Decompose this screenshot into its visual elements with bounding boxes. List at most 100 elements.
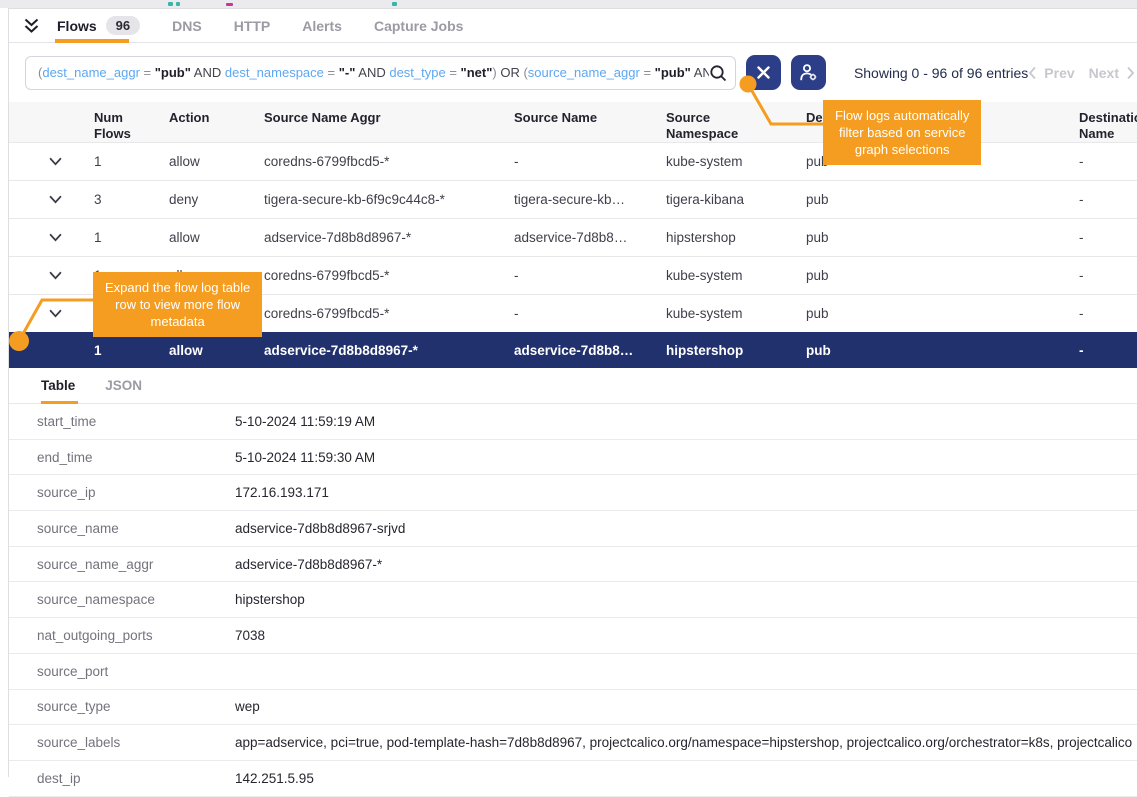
cell-src_name: - [506,154,658,169]
query-token: "pub" [155,65,191,80]
detail-key: source_labels [37,735,235,750]
header-destination-name: Destination Name [1071,110,1137,142]
detail-rows: start_time5-10-2024 11:59:19 AMend_time5… [9,404,1137,797]
tooltip-line: metadata [105,313,250,330]
clear-filter-button[interactable] [746,55,781,90]
detail-row: nat_outgoing_ports7038 [9,618,1137,654]
tab-alerts[interactable]: Alerts [302,18,342,34]
strip-mark [226,3,233,6]
cell-src_ns: tigera-kibana [658,192,798,207]
filter-query: (dest_name_aggr = "pub" AND dest_namespa… [38,65,709,80]
row-expand-toggle[interactable] [9,192,86,207]
query-token: AND [355,65,389,80]
detail-key: nat_outgoing_ports [37,628,235,643]
x-icon [756,65,771,80]
cell-dest_aggr: pub [798,343,1071,358]
search-icon[interactable] [709,64,727,82]
tooltip-line: graph selections [835,141,969,158]
tab-dns[interactable]: DNS [172,18,202,34]
chevron-down-icon [49,233,62,242]
tooltip-expand-info: Expand the flow log table row to view mo… [93,272,262,337]
cell-src_name: - [506,268,658,283]
next-button[interactable]: Next [1089,65,1119,81]
row-expand-toggle[interactable] [9,230,86,245]
cell-num: 1 [86,343,161,358]
prev-button[interactable]: Prev [1044,65,1074,81]
detail-row: source_typewep [9,690,1137,726]
query-token: = [140,65,155,80]
row-expand-toggle[interactable] [9,268,86,283]
cell-src_name: adservice-7d8b8… [506,343,658,358]
cell-src_name: - [506,306,658,321]
detail-row: dest_ip142.251.5.95 [9,761,1137,797]
detail-row: start_time5-10-2024 11:59:19 AM [9,404,1137,440]
query-token: "pub" [655,65,691,80]
cell-dest_name: - [1071,343,1137,358]
cell-dest_name: - [1071,154,1137,169]
row-expand-toggle[interactable] [9,306,86,321]
showing-entries-text: Showing 0 - 96 of 96 entries [854,65,1028,81]
top-cropped-strip [0,0,1137,8]
active-tab-underline [55,39,129,43]
tab-http[interactable]: HTTP [234,18,271,34]
person-gear-icon [798,62,819,83]
detail-key: source_port [37,664,235,679]
detail-tab-table[interactable]: Table [41,378,75,393]
cell-action: allow [161,230,256,245]
log-type-tabbar: Flows 96 DNS HTTP Alerts Capture Jobs [9,9,1137,43]
query-token: dest_type [389,65,445,80]
detail-key: source_name_aggr [37,557,235,572]
cell-dest_name: - [1071,306,1137,321]
tooltip-filter-info: Flow logs automatically filter based on … [823,100,981,165]
strip-mark [168,2,173,6]
cell-action: allow [161,154,256,169]
detail-value: hipstershop [235,592,1137,607]
chevron-down-icon [49,195,62,204]
chevron-down-icon [49,271,62,280]
query-token: dest_name_aggr [42,65,140,80]
cell-src_ns: kube-system [658,154,798,169]
detail-key: source_ip [37,485,235,500]
cell-src_ns: kube-system [658,306,798,321]
detail-value: 142.251.5.95 [235,771,1137,786]
detail-value: wep [235,699,1137,714]
detail-row: source_port [9,654,1137,690]
tab-capture-jobs[interactable]: Capture Jobs [374,18,463,34]
row-expand-toggle[interactable] [9,154,86,169]
detail-tabbar: Table JSON [9,368,1137,404]
chevron-right-icon[interactable] [1126,66,1135,80]
detail-value: 172.16.193.171 [235,485,1137,500]
cell-src_aggr: tigera-secure-kb-6f9c9c44c8-* [256,192,506,207]
cell-dest_name: - [1071,192,1137,207]
cell-dest_aggr: pub [798,192,1071,207]
detail-value: adservice-7d8b8d8967-srjvd [235,521,1137,536]
chevron-down-icon [49,309,62,318]
tooltip-line: Flow logs automatically [835,107,969,124]
tab-flows[interactable]: Flows 96 [57,16,140,35]
detail-tab-json[interactable]: JSON [105,378,142,393]
detail-key: source_type [37,699,235,714]
pager: Prev Next [1028,65,1135,81]
user-settings-button[interactable] [791,55,826,90]
cell-src_aggr: adservice-7d8b8d8967-* [256,230,506,245]
cell-src_aggr: coredns-6799fbcd5-* [256,306,506,321]
detail-value: 5-10-2024 11:59:19 AM [235,414,1137,429]
query-token: = [640,65,655,80]
detail-row: source_namespacehipstershop [9,582,1137,618]
table-row-selected[interactable]: 1allowadservice-7d8b8d8967-*adservice-7d… [9,332,1137,368]
cell-dest_aggr: pub [798,230,1071,245]
detail-row: source_ip172.16.193.171 [9,475,1137,511]
detail-key: source_namespace [37,592,235,607]
header-num-flows: Num Flows [86,110,161,142]
query-token: ANI [691,65,709,80]
double-chevron-down-icon[interactable] [23,17,40,34]
filter-query-input[interactable]: (dest_name_aggr = "pub" AND dest_namespa… [25,56,736,90]
query-token: "net" [461,65,493,80]
table-row[interactable]: 3denytigera-secure-kb-6f9c9c44c8-*tigera… [9,180,1137,218]
table-row[interactable]: 1allowadservice-7d8b8d8967-*adservice-7d… [9,218,1137,256]
chevron-left-icon[interactable] [1028,66,1037,80]
detail-key: start_time [37,414,235,429]
cell-src_ns: kube-system [658,268,798,283]
header-expand-col [9,110,86,142]
header-source-namespace: Source Namespace [658,110,798,142]
